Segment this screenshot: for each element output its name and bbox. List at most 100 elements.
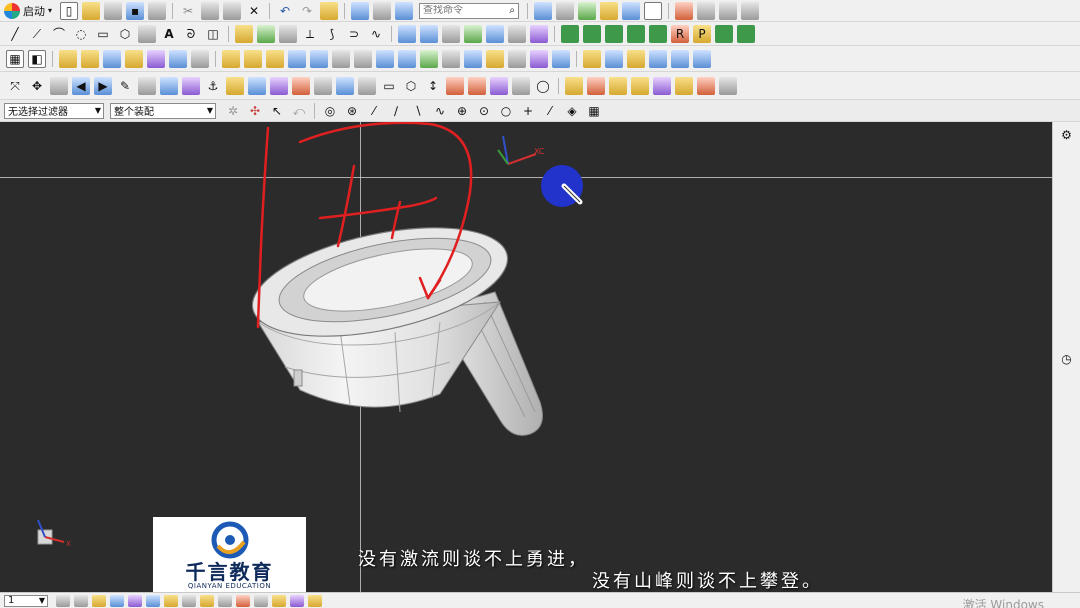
green-tool-4-icon[interactable] bbox=[627, 24, 645, 43]
tangent-icon[interactable]: ∕ bbox=[387, 102, 405, 120]
palette-icon[interactable] bbox=[1058, 478, 1076, 496]
bottom-tool-8-icon[interactable] bbox=[182, 594, 196, 607]
revolve-icon[interactable] bbox=[81, 49, 99, 68]
grid-icon[interactable]: ▦ bbox=[585, 102, 603, 120]
history-icon[interactable] bbox=[1058, 318, 1076, 336]
box-tool-1-icon[interactable] bbox=[565, 76, 583, 95]
process-studio-icon[interactable] bbox=[1058, 414, 1076, 432]
thread-icon[interactable] bbox=[191, 49, 209, 68]
start-menu-button[interactable]: 启动 ▾ bbox=[4, 2, 52, 19]
text-icon[interactable]: A bbox=[160, 25, 178, 43]
copy-icon[interactable] bbox=[201, 1, 220, 20]
rect-select-icon[interactable]: ▭ bbox=[380, 77, 398, 95]
end-point-icon[interactable]: ◎ bbox=[321, 102, 339, 120]
part-navigator-icon[interactable] bbox=[1058, 222, 1076, 240]
cut-icon[interactable]: ✂ bbox=[179, 2, 197, 20]
search-icon[interactable]: ⌕ bbox=[509, 5, 515, 16]
lasso-icon[interactable]: ⤺ bbox=[290, 102, 308, 120]
clock-icon[interactable]: ◷ bbox=[1058, 350, 1076, 368]
surface-toolbar-3-icon[interactable] bbox=[627, 49, 645, 68]
transform-icon[interactable]: ✥ bbox=[28, 77, 46, 95]
box-tool-2-icon[interactable] bbox=[587, 76, 605, 95]
shell-icon[interactable] bbox=[332, 49, 350, 68]
intersect-icon[interactable] bbox=[266, 49, 284, 68]
assembly-navigator-icon[interactable] bbox=[1058, 158, 1076, 176]
zoom-dropdown[interactable]: 1 ▼ bbox=[4, 594, 48, 607]
snap-point-icon[interactable]: ✣ bbox=[246, 102, 264, 120]
surface-toolbar-5-icon[interactable] bbox=[671, 49, 689, 68]
green-tool-6-icon[interactable] bbox=[715, 24, 733, 43]
existing-point-icon[interactable]: + bbox=[519, 102, 537, 120]
rectangle-icon[interactable]: ▭ bbox=[94, 25, 112, 43]
quadrant-icon[interactable]: ⊕ bbox=[453, 102, 471, 120]
selection-filter-dropdown[interactable]: 无选择过滤器 ▼ bbox=[4, 102, 104, 119]
web-browser-icon[interactable] bbox=[1058, 286, 1076, 304]
stop-icon[interactable] bbox=[697, 1, 716, 20]
hide-icon[interactable] bbox=[512, 76, 530, 95]
hexagon-icon[interactable]: ⬡ bbox=[402, 77, 420, 95]
select-all-icon[interactable]: ✲ bbox=[224, 102, 242, 120]
delete-icon[interactable]: ✕ bbox=[245, 2, 263, 20]
surface-toolbar-1-icon[interactable] bbox=[583, 49, 601, 68]
pattern-feature-icon[interactable] bbox=[442, 49, 460, 68]
r-tool-icon[interactable]: R bbox=[671, 24, 689, 43]
background-color-icon[interactable] bbox=[644, 1, 663, 20]
chamfer-icon[interactable] bbox=[310, 49, 328, 68]
circle-icon[interactable]: ◌ bbox=[72, 25, 90, 43]
split-body-icon[interactable] bbox=[398, 49, 416, 68]
point-on-face-icon[interactable]: ◈ bbox=[563, 102, 581, 120]
window-icon[interactable] bbox=[373, 1, 392, 20]
styled-surface-icon[interactable] bbox=[530, 24, 548, 43]
bottom-tool-15-icon[interactable] bbox=[308, 594, 322, 607]
bottom-tool-11-icon[interactable] bbox=[236, 594, 250, 607]
arc-center-icon[interactable]: ○ bbox=[497, 102, 515, 120]
pencil-icon[interactable]: ✎ bbox=[116, 77, 134, 95]
constraint-navigator-icon[interactable] bbox=[1058, 190, 1076, 208]
face-analysis-icon[interactable] bbox=[314, 76, 332, 95]
point-on-curve-icon[interactable]: ⁄ bbox=[541, 102, 559, 120]
color-icon[interactable] bbox=[490, 76, 508, 95]
join-curve-icon[interactable]: ⊃ bbox=[345, 25, 363, 43]
arrow-left-icon[interactable]: ◀ bbox=[72, 76, 90, 95]
print-icon[interactable] bbox=[148, 1, 167, 20]
point-icon[interactable] bbox=[446, 76, 464, 95]
mirror-feature-icon[interactable] bbox=[464, 49, 482, 68]
patch-icon[interactable] bbox=[530, 49, 548, 68]
view-orient-icon[interactable] bbox=[534, 1, 553, 20]
project-curve-icon[interactable] bbox=[257, 24, 275, 43]
deviation-icon[interactable] bbox=[292, 76, 310, 95]
render-style-icon[interactable] bbox=[556, 1, 575, 20]
shaded-sphere-icon[interactable] bbox=[578, 1, 597, 20]
trim-curve-icon[interactable]: ∿ bbox=[367, 25, 385, 43]
green-tool-2-icon[interactable] bbox=[583, 24, 601, 43]
sweep-icon[interactable] bbox=[464, 24, 482, 43]
unite-icon[interactable] bbox=[222, 49, 240, 68]
offset-face-icon[interactable] bbox=[420, 49, 438, 68]
section-icon[interactable] bbox=[248, 76, 266, 95]
bottom-tool-12-icon[interactable] bbox=[254, 594, 268, 607]
green-tool-7-icon[interactable] bbox=[737, 24, 755, 43]
mid-point-icon[interactable]: ⊛ bbox=[343, 102, 361, 120]
record-icon[interactable] bbox=[675, 1, 694, 20]
combine-curve-icon[interactable] bbox=[279, 24, 297, 43]
intersection-icon[interactable]: ∖ bbox=[409, 102, 427, 120]
n-side-surface-icon[interactable] bbox=[508, 24, 526, 43]
green-tool-5-icon[interactable] bbox=[649, 24, 667, 43]
camera-icon[interactable] bbox=[622, 1, 641, 20]
green-tool-1-icon[interactable] bbox=[561, 24, 579, 43]
anchor-icon[interactable]: ⚓ bbox=[204, 77, 222, 95]
role-icon[interactable] bbox=[1058, 446, 1076, 464]
center-icon[interactable]: ⊙ bbox=[475, 102, 493, 120]
repeat-command-icon[interactable] bbox=[320, 1, 339, 20]
surface-toolbar-2-icon[interactable] bbox=[605, 49, 623, 68]
sphere-icon[interactable] bbox=[147, 49, 165, 68]
info-icon[interactable] bbox=[395, 1, 414, 20]
open-folder-icon[interactable] bbox=[82, 1, 101, 20]
analysis-2-icon[interactable] bbox=[182, 76, 200, 95]
zebra-icon[interactable] bbox=[358, 76, 376, 95]
mirror-curve-icon[interactable]: ⟂ bbox=[301, 25, 319, 43]
sketch-icon[interactable]: ▦ bbox=[6, 49, 24, 68]
control-point-icon[interactable]: ⁄ bbox=[365, 102, 383, 120]
bottom-tool-6-icon[interactable] bbox=[146, 594, 160, 607]
helix-icon[interactable] bbox=[138, 24, 156, 43]
